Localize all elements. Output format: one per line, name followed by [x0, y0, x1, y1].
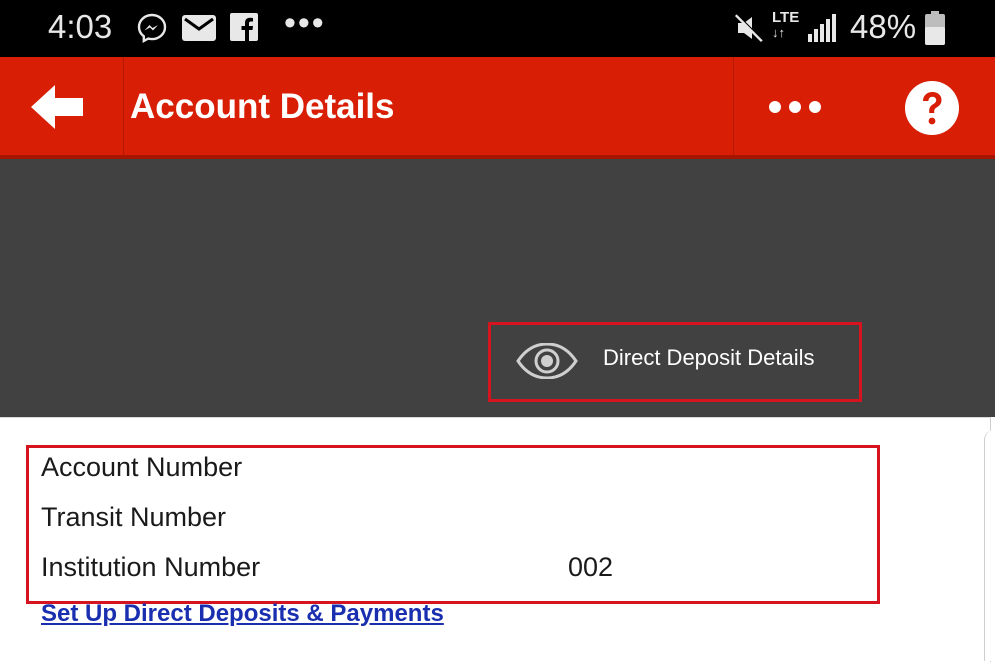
status-time: 4:03 [48, 8, 113, 45]
account-number-label: Account Number [41, 452, 243, 482]
institution-number-value: 002 [568, 552, 614, 582]
more-dots-icon [768, 100, 822, 119]
help-button[interactable] [858, 57, 995, 157]
battery-percent: 48% [850, 8, 917, 45]
signal-icon [808, 14, 838, 47]
battery-icon [925, 11, 945, 50]
app-header: Account Details [0, 57, 995, 157]
more-notifications-icon: ••• [284, 4, 326, 42]
more-options-button[interactable] [734, 57, 858, 157]
header-divider [123, 57, 124, 157]
direct-deposit-details-button[interactable]: Direct Deposit Details [490, 323, 860, 399]
data-arrows-icon: ↓↑ [772, 25, 785, 40]
facebook-icon [230, 13, 258, 46]
help-question-icon [904, 80, 960, 141]
messenger-icon [136, 12, 168, 49]
transit-number-label: Transit Number [41, 502, 227, 532]
page-title: Account Details [130, 87, 395, 126]
mail-icon [182, 15, 216, 46]
account-summary-band: Direct Deposit Details [0, 159, 995, 417]
mute-icon [733, 12, 765, 49]
back-button[interactable] [0, 57, 123, 157]
set-up-direct-deposits-link[interactable]: Set Up Direct Deposits & Payments [41, 600, 444, 628]
eye-icon [516, 342, 578, 384]
institution-number-label: Institution Number [41, 552, 261, 582]
status-bar: 4:03 ••• LTE ↓↑ 48% [0, 0, 995, 57]
scroll-edge [984, 430, 995, 661]
direct-deposit-details-label: Direct Deposit Details [603, 345, 815, 370]
network-type: LTE ↓↑ [772, 9, 800, 40]
arrow-left-icon [31, 85, 83, 134]
